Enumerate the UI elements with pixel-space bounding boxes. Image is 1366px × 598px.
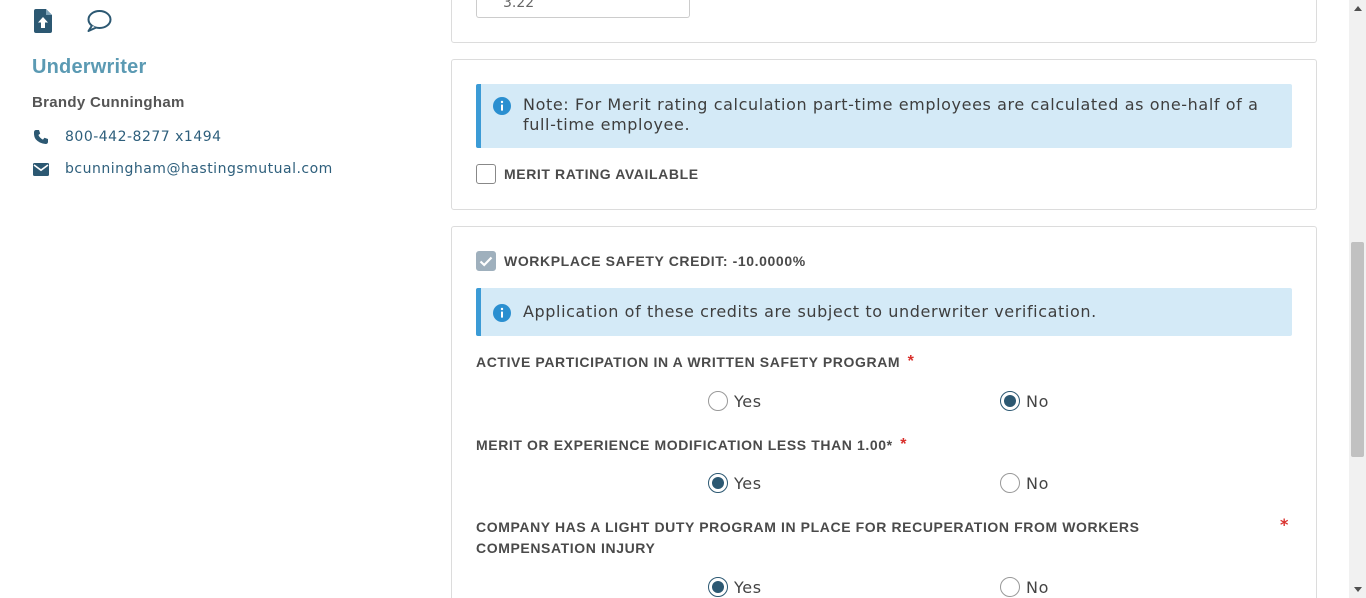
- chat-bubble-icon[interactable]: [86, 8, 112, 34]
- workplace-safety-label: WORKPLACE SAFETY CREDIT: -10.0000%: [504, 253, 806, 269]
- email-link[interactable]: bcunningham@hastingsmutual.com: [65, 161, 333, 177]
- question-safety-program: ACTIVE PARTICIPATION IN A WRITTEN SAFETY…: [476, 352, 976, 373]
- underwriter-name: Brandy Cunningham: [32, 94, 185, 111]
- modifier-input-value: 3.22: [503, 0, 535, 11]
- safety-info-alert: Application of these credits are subject…: [476, 288, 1292, 336]
- q2-option-no[interactable]: No: [1000, 473, 1049, 493]
- q1-radio-no[interactable]: [1000, 391, 1020, 411]
- q3-option-yes[interactable]: Yes: [708, 577, 762, 597]
- q3-option-no[interactable]: No: [1000, 577, 1049, 597]
- scroll-down-arrow-icon[interactable]: [1349, 581, 1366, 598]
- q1-option-no[interactable]: No: [1000, 391, 1049, 411]
- underwriter-sidebar: Underwriter Brandy Cunningham 800-442-82…: [0, 0, 440, 598]
- workplace-safety-checkbox[interactable]: [476, 251, 496, 271]
- question-experience-mod: MERIT OR EXPERIENCE MODIFICATION LESS TH…: [476, 435, 976, 456]
- upload-file-icon[interactable]: [30, 8, 56, 34]
- question-label: MERIT OR EXPERIENCE MODIFICATION LESS TH…: [476, 437, 893, 453]
- question-label: ACTIVE PARTICIPATION IN A WRITTEN SAFETY…: [476, 354, 901, 370]
- safety-note-text: Application of these credits are subject…: [523, 302, 1097, 321]
- merit-rating-card: Note: For Merit rating calculation part-…: [451, 59, 1317, 210]
- info-icon: [493, 97, 511, 119]
- q2-option-yes[interactable]: Yes: [708, 473, 762, 493]
- workplace-safety-card: WORKPLACE SAFETY CREDIT: -10.0000% Appli…: [451, 226, 1317, 598]
- envelope-icon: [32, 160, 50, 178]
- previous-section-card: 3.22: [451, 0, 1317, 43]
- scroll-up-arrow-icon[interactable]: [1349, 0, 1366, 17]
- q2-radio-yes[interactable]: [708, 473, 728, 493]
- checkmark-icon: [479, 256, 493, 267]
- underwriter-heading: Underwriter: [32, 56, 147, 78]
- modifier-input[interactable]: 3.22: [476, 0, 690, 18]
- radio-label: Yes: [734, 577, 762, 597]
- q1-option-yes[interactable]: Yes: [708, 391, 762, 411]
- radio-label: No: [1026, 473, 1049, 493]
- radio-label: Yes: [734, 391, 762, 411]
- phone-link[interactable]: 800-442-8277 x1494: [65, 129, 222, 145]
- merit-info-alert: Note: For Merit rating calculation part-…: [476, 84, 1292, 148]
- q2-radio-no[interactable]: [1000, 473, 1020, 493]
- q3-radio-no[interactable]: [1000, 577, 1020, 597]
- phone-icon: [32, 128, 50, 146]
- radio-label: No: [1026, 577, 1049, 597]
- merit-rating-checkbox[interactable]: [476, 164, 496, 184]
- sidebar-actions: [30, 8, 112, 34]
- workplace-safety-checkbox-row[interactable]: WORKPLACE SAFETY CREDIT: -10.0000%: [476, 251, 806, 271]
- q1-radio-yes[interactable]: [708, 391, 728, 411]
- merit-note-text: Note: For Merit rating calculation part-…: [523, 95, 1259, 134]
- radio-label: Yes: [734, 473, 762, 493]
- radio-label: No: [1026, 391, 1049, 411]
- required-marker: *: [900, 436, 908, 453]
- page-scrollbar[interactable]: [1349, 0, 1366, 598]
- info-icon: [493, 304, 511, 326]
- email-contact: bcunningham@hastingsmutual.com: [32, 160, 333, 178]
- q3-radio-yes[interactable]: [708, 577, 728, 597]
- required-marker: *: [1280, 515, 1289, 534]
- scrollbar-thumb[interactable]: [1351, 242, 1364, 457]
- phone-contact: 800-442-8277 x1494: [32, 128, 222, 146]
- merit-rating-checkbox-row[interactable]: MERIT RATING AVAILABLE: [476, 164, 699, 184]
- question-light-duty: COMPANY HAS A LIGHT DUTY PROGRAM IN PLAC…: [476, 519, 1140, 556]
- merit-rating-label: MERIT RATING AVAILABLE: [504, 166, 699, 182]
- required-marker: *: [907, 353, 915, 370]
